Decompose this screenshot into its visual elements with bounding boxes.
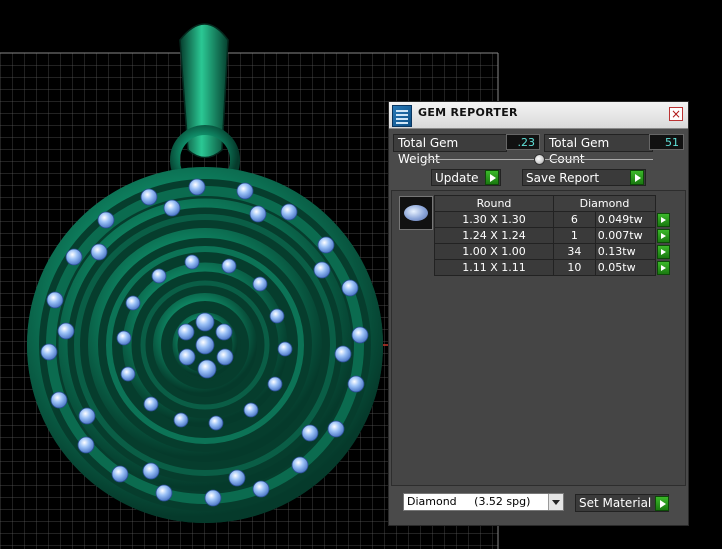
title-bar[interactable]: GEM REPORTER × [389,102,688,129]
gem-table: Round Diamond 1.30 X 1.30 6 0.049tw 1.24… [434,195,671,276]
material-dropdown-value: Diamond (3.52 spg) [407,495,531,508]
update-button-label: Update [435,171,479,185]
gem-size: 1.00 X 1.00 [434,243,554,260]
table-row[interactable]: 1.24 X 1.24 1 0.007tw [434,227,671,244]
total-gem-count-value: 51 [649,134,684,150]
gem-weight: 0.007tw [594,227,657,244]
gem-count: 34 [553,243,596,260]
gem-weight: 0.13tw [594,243,657,260]
play-arrow-icon[interactable] [656,228,670,243]
set-material-button-label: Set Material [579,496,652,510]
total-gem-weight-label: Total Gem Weight [393,134,507,166]
play-arrow-icon[interactable] [656,244,670,259]
close-icon[interactable]: × [669,107,683,121]
gem-reporter-panel: GEM REPORTER × Total Gem Weight .23 Tota… [388,101,689,526]
play-arrow-icon[interactable] [656,212,670,227]
table-row[interactable]: 1.30 X 1.30 6 0.049tw [434,211,671,228]
play-arrow-icon[interactable] [630,170,644,185]
material-dropdown[interactable]: Diamond (3.52 spg) [403,493,564,511]
gem-reporter-icon [392,105,412,127]
gem-size: 1.24 X 1.24 [434,227,554,244]
round-gem-icon[interactable] [399,196,433,230]
table-row[interactable]: 1.00 X 1.00 34 0.13tw [434,243,671,260]
gem-size: 1.11 X 1.11 [434,259,554,276]
total-gem-weight-value: .23 [506,134,540,150]
total-gem-count-label: Total Gem Count [544,134,653,166]
slider-knob[interactable] [534,154,545,165]
gem-weight: 0.049tw [594,211,657,228]
save-report-button[interactable]: Save Report [522,169,646,186]
gem-count: 6 [553,211,596,228]
material-header: Diamond [553,195,656,212]
shape-header: Round [434,195,554,212]
gem-count: 1 [553,227,596,244]
play-arrow-icon[interactable] [485,170,499,185]
window-title: GEM REPORTER [418,106,518,119]
chevron-down-icon[interactable] [548,494,563,510]
gem-weight: 0.05tw [594,259,657,276]
save-report-button-label: Save Report [526,171,600,185]
play-arrow-icon[interactable] [655,496,669,511]
play-arrow-icon[interactable] [656,260,670,275]
gem-size: 1.30 X 1.30 [434,211,554,228]
table-row[interactable]: 1.11 X 1.11 10 0.05tw [434,259,671,276]
gem-count: 10 [553,259,596,276]
